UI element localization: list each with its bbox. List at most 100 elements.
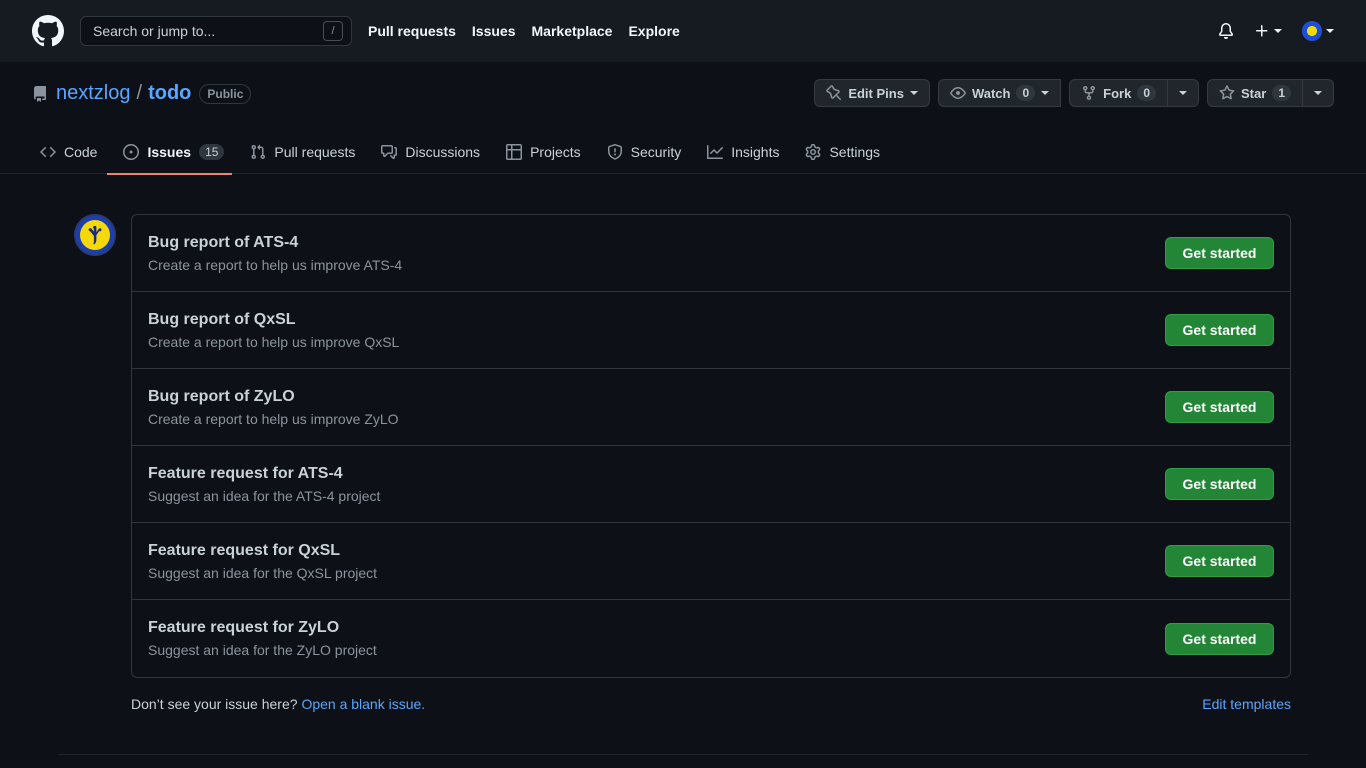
template-title: Feature request for QxSL	[148, 541, 341, 559]
repo-name-link[interactable]: todo	[148, 82, 191, 105]
repo-tabs: Code Issues 15 Pull requests Discussions	[24, 130, 890, 175]
list-item: Bug report of QxSL Create a report to he…	[132, 292, 1290, 369]
chevron-down-icon	[1041, 91, 1050, 95]
avatar[interactable]: Ⲯ	[74, 214, 116, 256]
template-description: Create a report to help us improve ZyLO	[148, 410, 399, 427]
blank-issue-prompt: Don’t see your issue here? Open a blank …	[131, 696, 425, 712]
get-started-button[interactable]: Get started	[1165, 468, 1274, 500]
chevron-down-icon	[1326, 29, 1334, 33]
template-description: Suggest an idea for the ZyLO project	[148, 642, 377, 658]
template-description: Suggest an idea for the ATS-4 project	[148, 487, 381, 504]
discussion-icon	[381, 144, 398, 160]
top-nav: Pull requests Issues Marketplace Explore	[368, 23, 696, 39]
nav-issues[interactable]: Issues	[472, 23, 516, 39]
tab-insights-label: Insights	[731, 144, 780, 160]
user-menu[interactable]	[1302, 21, 1334, 41]
fork-group: Fork 0	[1069, 79, 1200, 107]
tab-pull-requests[interactable]: Pull requests	[234, 130, 363, 174]
template-text: Feature request for ATS-4 Suggest an ide…	[148, 465, 380, 504]
repo-separator: /	[136, 82, 143, 104]
star-count: 1	[1272, 85, 1291, 101]
repo-header: nextzlog / todo Public Edit Pins Watch 0	[0, 62, 1366, 175]
watch-button[interactable]: Watch 0	[937, 79, 1062, 107]
watch-label: Watch	[971, 85, 1011, 101]
template-title: Bug report of QxSL	[148, 310, 296, 328]
chevron-down-icon	[1179, 91, 1188, 95]
star-button[interactable]: Star 1	[1207, 79, 1303, 107]
list-item: Feature request for ZyLO Suggest an idea…	[132, 600, 1290, 677]
avatar-glyph: Ⲯ	[80, 220, 110, 250]
chevron-down-icon	[909, 91, 918, 95]
github-logo-icon[interactable]	[32, 15, 64, 47]
star-icon	[1219, 85, 1235, 101]
bell-icon[interactable]	[1218, 23, 1234, 39]
divider	[58, 754, 1308, 755]
edit-pins-button[interactable]: Edit Pins	[814, 79, 930, 107]
template-text: Bug report of QxSL Create a report to he…	[148, 311, 399, 350]
graph-icon	[707, 144, 724, 160]
template-description: Create a report to help us improve QxSL	[148, 333, 400, 350]
fork-dropdown-button[interactable]	[1168, 79, 1200, 107]
fork-button[interactable]: Fork 0	[1069, 79, 1169, 107]
repo-actions: Edit Pins Watch 0 Fork 0 Star 1	[814, 79, 1334, 107]
tab-settings[interactable]: Settings	[789, 130, 888, 174]
search-shortcut-key: /	[323, 21, 343, 41]
list-item: Bug report of ZyLO Create a report to he…	[132, 369, 1290, 446]
prompt-text: Don’t see your issue here?	[131, 696, 298, 712]
shield-icon	[607, 144, 623, 160]
repo-owner-link[interactable]: nextzlog	[56, 82, 131, 105]
nav-marketplace[interactable]: Marketplace	[532, 23, 613, 39]
chevron-down-icon	[1314, 91, 1322, 95]
fork-icon	[1081, 85, 1097, 101]
repo-icon	[32, 85, 48, 102]
get-started-button[interactable]: Get started	[1165, 237, 1274, 269]
pull-request-icon	[250, 144, 266, 160]
tab-insights[interactable]: Insights	[691, 130, 787, 174]
tab-code[interactable]: Code	[24, 130, 105, 174]
avatar	[1302, 21, 1322, 41]
search-input[interactable]: Search or jump to... /	[80, 16, 352, 46]
edit-templates-link[interactable]: Edit templates	[1202, 696, 1291, 712]
issues-count: 15	[199, 144, 225, 160]
plus-icon	[1254, 23, 1270, 39]
template-title: Feature request for ATS-4	[148, 464, 343, 482]
nav-explore[interactable]: Explore	[628, 23, 679, 39]
template-description: Suggest an idea for the QxSL project	[148, 564, 378, 581]
template-title: Bug report of ATS-4	[148, 233, 299, 251]
template-footer: Don’t see your issue here? Open a blank …	[131, 696, 1291, 712]
create-new-dropdown[interactable]	[1254, 23, 1282, 39]
tab-security-label: Security	[630, 144, 682, 160]
pin-icon	[826, 85, 842, 101]
tab-projects-label: Projects	[530, 144, 581, 160]
nav-pull-requests[interactable]: Pull requests	[368, 23, 456, 39]
tab-issues-label: Issues	[147, 144, 192, 160]
visibility-badge: Public	[199, 83, 252, 104]
get-started-button[interactable]: Get started	[1165, 545, 1274, 577]
tab-security[interactable]: Security	[591, 130, 690, 174]
open-blank-issue-link[interactable]: Open a blank issue.	[301, 696, 425, 712]
code-icon	[40, 144, 56, 160]
star-label: Star	[1241, 85, 1267, 101]
get-started-button[interactable]: Get started	[1165, 314, 1274, 346]
get-started-button[interactable]: Get started	[1165, 622, 1274, 655]
issue-icon	[123, 144, 140, 160]
tab-settings-label: Settings	[829, 144, 881, 160]
tab-projects[interactable]: Projects	[490, 130, 589, 174]
chevron-down-icon	[1274, 29, 1282, 33]
gear-icon	[805, 144, 821, 160]
star-dropdown-button[interactable]	[1303, 79, 1334, 107]
template-title: Feature request for ZyLO	[148, 619, 340, 636]
tab-discussions[interactable]: Discussions	[365, 130, 488, 174]
eye-icon	[950, 85, 966, 101]
star-group: Star 1	[1207, 79, 1334, 107]
template-text: Feature request for QxSL Suggest an idea…	[148, 542, 377, 581]
get-started-button[interactable]: Get started	[1165, 391, 1274, 423]
template-description: Create a report to help us improve ATS-4	[148, 256, 403, 273]
template-title: Bug report of ZyLO	[148, 387, 295, 405]
tab-pull-requests-label: Pull requests	[274, 144, 356, 160]
watch-count: 0	[1016, 85, 1036, 101]
template-text: Feature request for ZyLO Suggest an idea…	[148, 619, 377, 658]
tab-code-label: Code	[64, 144, 98, 160]
template-text: Bug report of ZyLO Create a report to he…	[148, 388, 399, 427]
tab-issues[interactable]: Issues 15	[107, 130, 233, 175]
